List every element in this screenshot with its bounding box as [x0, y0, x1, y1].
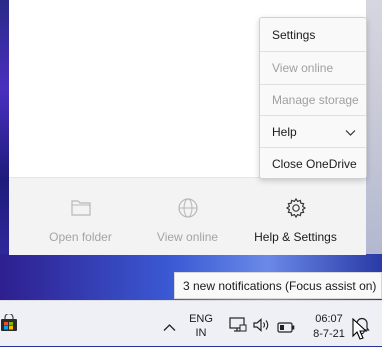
help-settings-label: Help & Settings [254, 230, 337, 244]
help-settings-button[interactable]: Help & Settings [243, 178, 348, 255]
menu-item-close-onedrive-label: Close OneDrive [272, 156, 357, 171]
globe-icon [177, 197, 199, 219]
gear-icon [285, 197, 307, 219]
menu-item-settings-label: Settings [272, 27, 316, 42]
clock[interactable]: 06:07 8-7-21 [306, 312, 352, 342]
clock-date: 8-7-21 [313, 328, 345, 340]
volume-icon[interactable] [253, 318, 271, 337]
mouse-cursor [352, 317, 368, 347]
clock-time: 06:07 [315, 313, 343, 325]
store-icon[interactable] [0, 312, 18, 337]
menu-item-close-onedrive[interactable]: Close OneDrive [260, 148, 366, 179]
network-icon[interactable] [229, 317, 247, 338]
taskbar: ENG IN 06:07 8-7-21 [0, 300, 382, 346]
notification-tooltip-text: 3 new notifications (Focus assist on) [183, 278, 377, 293]
language-line1: ENG [189, 313, 213, 325]
wallpaper-right-edge [366, 0, 382, 270]
view-online-label: View online [156, 230, 219, 244]
language-indicator[interactable]: ENG IN [186, 312, 216, 340]
menu-item-manage-storage-label: Manage storage [272, 92, 359, 107]
menu-item-view-online-label: View online [272, 60, 334, 75]
flyout-footer: Open folder View online Help & Settings [9, 177, 366, 255]
help-settings-menu: Settings View online Manage storage Help… [259, 17, 367, 179]
open-folder-button[interactable]: Open folder [28, 178, 133, 255]
menu-item-help-label: Help [272, 124, 297, 139]
menu-item-help[interactable]: Help [260, 116, 366, 147]
chevron-up-icon[interactable] [163, 319, 176, 337]
menu-item-manage-storage: Manage storage [260, 84, 366, 115]
chevron-down-icon [345, 126, 356, 140]
menu-item-settings[interactable]: Settings [260, 19, 366, 50]
battery-icon[interactable] [277, 320, 295, 338]
menu-item-view-online: View online [260, 52, 366, 83]
language-line2: IN [195, 327, 207, 339]
notification-tooltip: 3 new notifications (Focus assist on) [174, 272, 382, 299]
folder-icon [70, 197, 92, 219]
view-online-button[interactable]: View online [135, 178, 240, 255]
open-folder-label: Open folder [49, 230, 112, 244]
